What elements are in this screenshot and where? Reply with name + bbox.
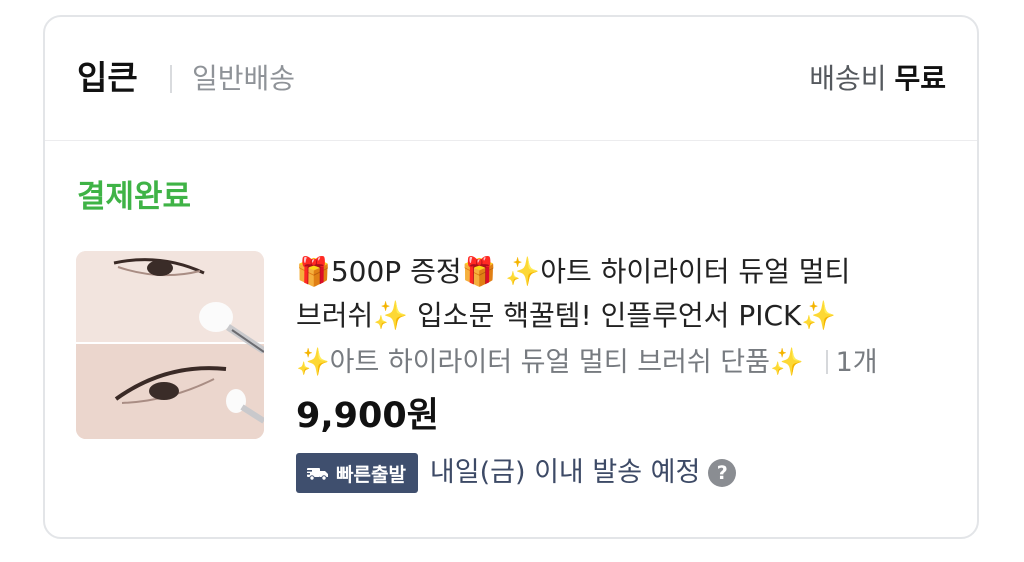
seller-name[interactable]: 입큰 [77, 57, 138, 99]
question-icon[interactable]: ? [708, 459, 737, 487]
shipping-fee-label: 배송비 [809, 62, 887, 95]
order-status: 결제완료 [77, 179, 192, 215]
header-divider [170, 65, 172, 93]
delivery-estimate: 내일(금) 이내 발송 예정 [429, 457, 701, 488]
product-option: ✨아트 하이라이터 듀얼 멀티 브러쉬 단품✨ [296, 347, 804, 378]
delivery-info: 빠른출발 내일(금) 이내 발송 예정 ? [296, 453, 956, 493]
product-info: 🎁500P 증정🎁 ✨아트 하이라이터 듀얼 멀티 브러쉬✨ 입소문 핵꿀템! … [296, 250, 956, 493]
product-title[interactable]: 🎁500P 증정🎁 ✨아트 하이라이터 듀얼 멀티 브러쉬✨ 입소문 핵꿀템! … [296, 250, 956, 338]
product-quantity: 1개 [835, 347, 878, 378]
product-photo-image [76, 251, 264, 439]
fast-shipping-label: 빠른출발 [336, 463, 406, 486]
shipping-fee-value: 무료 [894, 62, 946, 95]
order-card: 입큰 일반배송 배송비 무료 결제완료 🎁500P 증정🎁 ✨아트 하이라이터 … [43, 15, 979, 539]
option-divider [825, 350, 828, 374]
truck-icon [306, 465, 330, 481]
shipping-type: 일반배송 [192, 62, 296, 95]
order-header: 입큰 일반배송 배송비 무료 [45, 17, 977, 141]
fast-shipping-badge: 빠른출발 [296, 453, 418, 493]
product-price: 9,900원 [296, 396, 439, 436]
product-option-row: ✨아트 하이라이터 듀얼 멀티 브러쉬 단품✨ 1개 [296, 343, 956, 383]
shipping-fee: 배송비 무료 [809, 59, 946, 99]
product-thumbnail[interactable] [76, 251, 264, 439]
